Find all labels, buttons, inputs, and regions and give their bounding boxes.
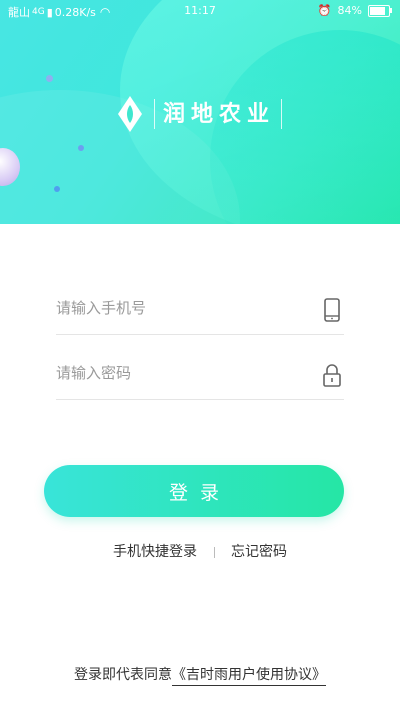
decor-dot [46,75,53,82]
user-agreement-link[interactable]: 《吉时雨用户使用协议》 [172,667,326,686]
decor-dot [78,145,84,151]
agreement-prefix: 登录即代表同意 [74,667,172,683]
forgot-password-link[interactable]: 忘记密码 [231,544,287,560]
status-bar: 龍山 4G ▮ 0.28K/s ◠ 11:17 ⏰ 84% [0,0,400,22]
battery-icon [368,4,392,17]
password-field [56,353,344,400]
password-input[interactable] [56,353,296,393]
battery-fill [370,6,385,15]
brand-name: 润地农业 [154,99,283,129]
links-divider [213,546,215,558]
lock-icon [323,364,341,387]
header-banner: 龍山 4G ▮ 0.28K/s ◠ 11:17 ⏰ 84% 润地农业 [0,0,400,224]
secondary-links: 手机快捷登录 忘记密码 [0,541,400,561]
leaf-logo-icon [118,96,142,132]
login-button[interactable]: 登录 [44,465,344,517]
phone-input[interactable] [56,288,296,328]
agreement-text: 登录即代表同意《吉时雨用户使用协议》 [0,664,400,686]
phone-field [56,288,344,335]
phone-icon [324,298,340,322]
quick-login-link[interactable]: 手机快捷登录 [113,544,197,560]
decor-dot [54,186,60,192]
battery-percent: 84% [337,4,362,17]
alarm-icon: ⏰ [317,4,332,17]
brand-logo: 润地农业 [116,94,283,134]
